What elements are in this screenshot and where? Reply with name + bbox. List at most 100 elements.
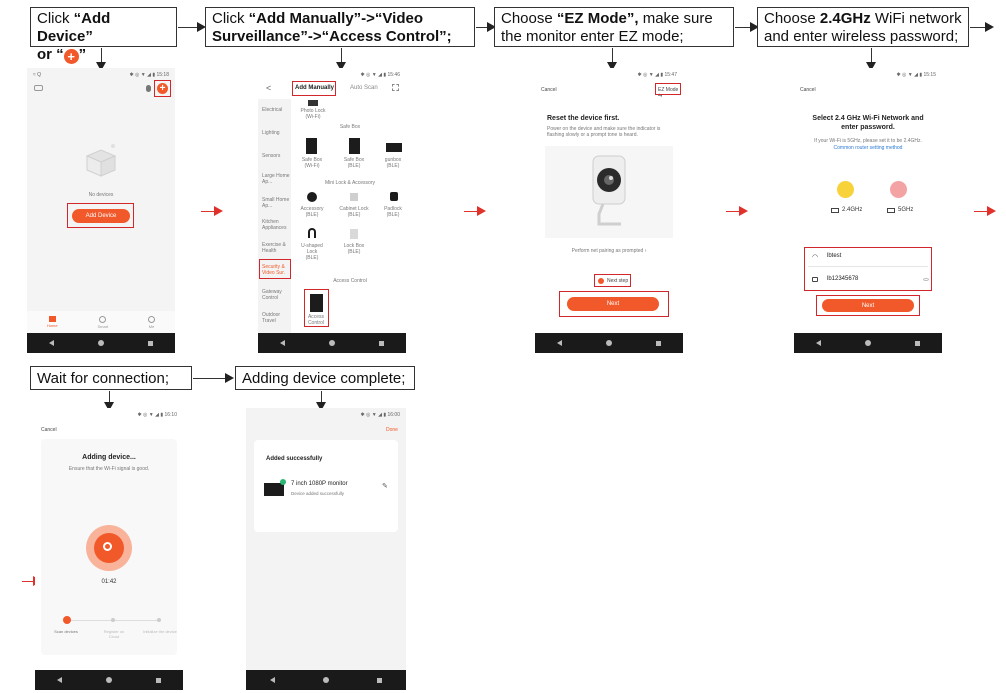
cancel-link[interactable]: Cancel (800, 87, 816, 93)
edit-pencil-icon[interactable]: ✎ (382, 482, 388, 490)
category-item[interactable]: Large Home Ap... (262, 173, 290, 185)
stage-dot-active (63, 616, 71, 624)
status-left: ≈ Q (33, 72, 42, 78)
step6-callout: Adding device complete; (235, 366, 415, 390)
camera-illustration (545, 146, 673, 238)
home-nav-icon[interactable] (329, 340, 335, 346)
device-label[interactable]: Accessory (BLE) (294, 206, 330, 218)
red-arrow-1 (201, 206, 223, 216)
category-item[interactable]: Exercise & Health (262, 242, 290, 254)
recents-icon[interactable] (915, 340, 920, 346)
step3-text-c: make sure (638, 10, 713, 27)
tab-auto-scan[interactable]: Auto Scan (350, 85, 378, 91)
tab-smart-label: Smart (97, 323, 109, 329)
scan-icon[interactable] (392, 84, 399, 91)
step4-text-a: Choose (764, 10, 820, 27)
home-nav-icon[interactable] (98, 340, 104, 346)
home-icon (48, 316, 56, 322)
screen-home: ≈ Q ✱ ◎ ▼ ◢ ▮ 15:18 + No devices Add Devi… (27, 68, 175, 353)
back-icon[interactable] (816, 340, 821, 346)
done-link[interactable]: Done (386, 427, 398, 433)
status-right: ✱ ◎ ▼ ◢ ▮ 15:15 (896, 72, 936, 78)
flow-arrow-2-3 (476, 22, 496, 32)
smile-icon (837, 181, 854, 198)
home-nav-icon[interactable] (865, 340, 871, 346)
step4-text-b: 2.4GHz (819, 10, 871, 27)
device-label[interactable]: Safe Box (BLE) (336, 157, 372, 169)
tab-smart[interactable]: Smart (97, 315, 109, 329)
step5-text: Wait for connection; (37, 370, 170, 387)
safe-box-wifi-icon (306, 138, 317, 154)
status-right: ✱ ◎ ▼ ◢ ▮ 16:10 (137, 412, 177, 418)
category-item[interactable]: Electrical (262, 107, 290, 113)
home-nav-icon[interactable] (106, 677, 112, 683)
category-item[interactable]: Small Home Ap... (262, 197, 290, 209)
tab-home[interactable]: Home (47, 316, 58, 328)
stage-label: Register on Cloud (103, 629, 125, 639)
band-5-label: 5GHz (898, 207, 914, 213)
status-right: ✱ ◎ ▼ ◢ ▮ 15:18 (129, 72, 169, 78)
step1-text-d: ” (78, 46, 87, 63)
mic-icon[interactable] (146, 85, 151, 92)
step4-text-c: WiFi network (870, 10, 962, 27)
back-icon[interactable] (557, 340, 562, 346)
smart-icon (99, 315, 107, 323)
highlight-ez-mode (655, 83, 681, 95)
recents-icon[interactable] (148, 340, 153, 346)
red-arrow-3 (726, 206, 748, 216)
status-bar: ✱ ◎ ▼ ◢ ▮ 15:46 (258, 68, 406, 82)
step5-callout: Wait for connection; (30, 366, 192, 390)
device-label[interactable]: Cabinet Lock (BLE) (336, 206, 372, 218)
highlight-add-manually (292, 81, 336, 96)
category-item[interactable]: Lighting (262, 130, 290, 136)
stage-dot (111, 618, 115, 622)
recents-icon[interactable] (379, 340, 384, 346)
device-label[interactable]: Photo Lock (Wi-Fi) (294, 108, 332, 120)
section-access-control: Access Control (333, 278, 367, 284)
category-item[interactable]: Outdoor Travel (262, 312, 290, 324)
router-method-link[interactable]: Common router setting method (794, 145, 942, 151)
recents-icon[interactable] (656, 340, 661, 346)
highlight-access-control (304, 289, 329, 327)
screen-adding-device: ✱ ◎ ▼ ◢ ▮ 16:10 Cancel Adding device... … (35, 408, 183, 690)
back-arrow-icon[interactable]: < (266, 83, 271, 93)
down-arrow-5 (104, 391, 114, 411)
wifi-sub: If your Wi-Fi is 5GHz, please set it to … (814, 138, 922, 144)
router-5-icon (887, 208, 895, 213)
recents-icon[interactable] (377, 677, 382, 683)
back-icon[interactable] (49, 340, 54, 346)
home-nav-icon[interactable] (323, 677, 329, 683)
cancel-link[interactable]: Cancel (41, 427, 57, 433)
screen-ez-mode: ✱ ◎ ▼ ◢ ▮ 15:47 Cancel EZ Mode ⇆ Reset t… (535, 68, 683, 353)
back-icon[interactable] (57, 677, 62, 683)
back-icon[interactable] (270, 677, 275, 683)
device-label[interactable]: U-shaped Lock (BLE) (294, 243, 330, 261)
home-nav-icon[interactable] (606, 340, 612, 346)
device-label[interactable]: Lock Box (BLE) (336, 243, 372, 255)
category-item[interactable]: Sensors (262, 153, 290, 159)
down-arrow-6 (316, 391, 326, 411)
lock-box-icon (350, 229, 358, 239)
red-arrow-2 (464, 206, 486, 216)
system-nav-bar (35, 670, 183, 690)
adding-title: Adding device... (82, 454, 136, 461)
band-24-label: 2.4GHz (842, 207, 863, 213)
tab-me[interactable]: Me (148, 315, 156, 329)
step3-text-b: “EZ Mode”, (556, 10, 639, 27)
stage-label: Scan devices (54, 629, 78, 634)
device-label[interactable]: Safe Box (Wi-Fi) (294, 157, 330, 169)
device-label[interactable]: Padlock (BLE) (375, 206, 406, 218)
cancel-link[interactable]: Cancel (541, 87, 557, 93)
recents-icon[interactable] (156, 677, 161, 683)
pairing-prompt-link[interactable]: Perform net pairing as prompted › (535, 248, 683, 254)
category-item[interactable]: Gateway Control (262, 289, 290, 301)
status-bar: ✱ ◎ ▼ ◢ ▮ 15:47 (535, 68, 683, 82)
device-label[interactable]: gunbox (BLE) (375, 157, 406, 169)
down-arrow-1 (96, 48, 106, 71)
category-item[interactable]: Kitchen Appliances (262, 219, 290, 231)
back-icon[interactable] (280, 340, 285, 346)
home-menu-icon[interactable] (34, 85, 43, 91)
device-name: 7 inch 1080P monitor (291, 481, 348, 487)
step2-callout: Click “Add Manually”->“Video Surveillanc… (205, 7, 475, 47)
down-arrow-4 (866, 48, 876, 71)
